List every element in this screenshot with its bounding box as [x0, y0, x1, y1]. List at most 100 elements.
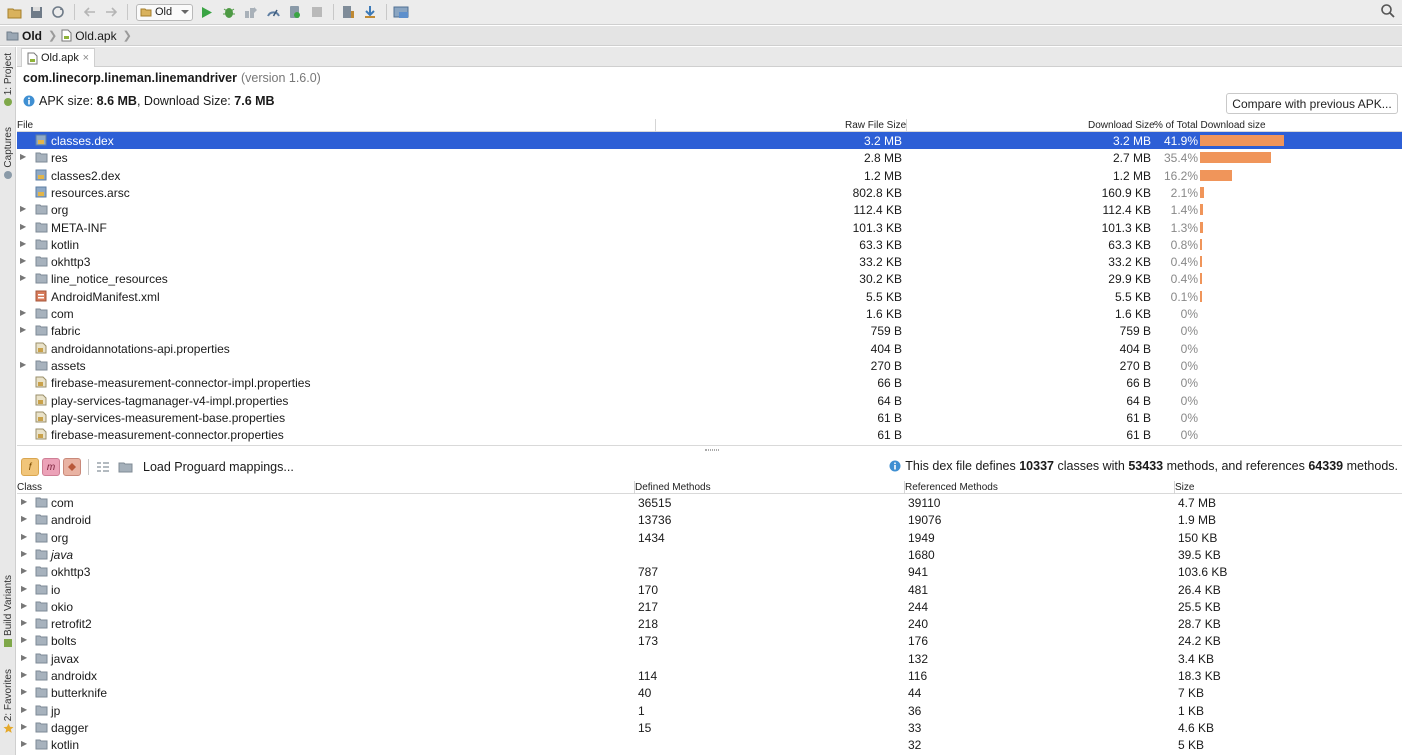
expand-arrow-icon[interactable]: ▶	[21, 566, 27, 575]
class-row[interactable]: ▶ retrofit2 218 240 28.7 KB	[17, 615, 1402, 632]
header-referenced-methods[interactable]: Referenced Methods	[905, 482, 998, 493]
class-row[interactable]: ▶ androidx 114 116 18.3 KB	[17, 667, 1402, 684]
file-row[interactable]: ▶ fabric 759 B 759 B 0%	[17, 322, 1402, 339]
splitter-grip-icon[interactable]	[705, 449, 719, 451]
expand-arrow-icon[interactable]: ▶	[21, 549, 27, 558]
file-row[interactable]: classes.dex 3.2 MB 3.2 MB 41.9%	[17, 132, 1402, 150]
file-row[interactable]: classes2.dex 1.2 MB 1.2 MB 16.2%	[17, 167, 1402, 184]
expand-arrow-icon[interactable]: ▶	[21, 705, 27, 714]
save-icon[interactable]	[26, 2, 46, 22]
expand-arrow-icon[interactable]: ▶	[20, 273, 26, 282]
class-row[interactable]: ▶ okio 217 244 25.5 KB	[17, 598, 1402, 615]
expand-arrow-icon[interactable]: ▶	[21, 497, 27, 506]
expand-arrow-icon[interactable]: ▶	[21, 739, 27, 748]
column-divider[interactable]	[655, 119, 656, 132]
expand-arrow-icon[interactable]: ▶	[21, 722, 27, 731]
class-row[interactable]: ▶ io 170 481 26.4 KB	[17, 581, 1402, 598]
class-row[interactable]: ▶ javax 132 3.4 KB	[17, 650, 1402, 667]
expand-arrow-icon[interactable]: ▶	[21, 653, 27, 662]
file-row[interactable]: ▶ META-INF 101.3 KB 101.3 KB 1.3%	[17, 219, 1402, 236]
expand-arrow-icon[interactable]: ▶	[21, 618, 27, 627]
panel-splitter[interactable]	[17, 445, 1402, 454]
run-configuration-select[interactable]: Old	[136, 3, 193, 21]
show-removed-nodes-icon[interactable]	[93, 457, 113, 477]
file-row[interactable]: ▶ com 1.6 KB 1.6 KB 0%	[17, 305, 1402, 322]
class-row[interactable]: ▶ bolts 173 176 24.2 KB	[17, 632, 1402, 649]
debug-icon[interactable]	[219, 2, 239, 22]
back-arrow-icon[interactable]	[79, 2, 99, 22]
build-variants-tool-tab[interactable]: Build Variants	[0, 575, 16, 648]
class-row[interactable]: ▶ android 13736 19076 1.9 MB	[17, 511, 1402, 528]
class-row[interactable]: ▶ butterknife 40 44 7 KB	[17, 684, 1402, 701]
header-file[interactable]: File	[17, 120, 33, 131]
class-row[interactable]: ▶ kotlin 32 5 KB	[17, 736, 1402, 753]
class-row[interactable]: ▶ com 36515 39110 4.7 MB	[17, 494, 1402, 511]
run-icon[interactable]	[197, 2, 217, 22]
expand-arrow-icon[interactable]: ▶	[21, 635, 27, 644]
file-row[interactable]: play-services-measurement-base.propertie…	[17, 409, 1402, 426]
column-divider[interactable]	[906, 119, 907, 132]
close-icon[interactable]: ×	[83, 52, 89, 64]
captures-tool-tab[interactable]: Captures	[0, 127, 16, 180]
expand-arrow-icon[interactable]: ▶	[21, 601, 27, 610]
expand-arrow-icon[interactable]: ▶	[21, 687, 27, 696]
class-row[interactable]: ▶ org 1434 1949 150 KB	[17, 529, 1402, 546]
file-row[interactable]: ▶ assets 270 B 270 B 0%	[17, 357, 1402, 374]
open-folder-icon[interactable]	[4, 2, 24, 22]
expand-arrow-icon[interactable]: ▶	[20, 308, 26, 317]
attach-debugger-icon[interactable]	[285, 2, 305, 22]
expand-arrow-icon[interactable]: ▶	[21, 584, 27, 593]
favorites-tool-tab[interactable]: 2: Favorites	[0, 669, 16, 734]
filter-fields-button[interactable]: f	[21, 458, 39, 476]
header-raw-file-size[interactable]: Raw File Size	[845, 120, 906, 131]
profile-icon[interactable]	[263, 2, 283, 22]
expand-arrow-icon[interactable]: ▶	[21, 514, 27, 523]
header-download-size[interactable]: Download Size	[1088, 120, 1155, 131]
file-row[interactable]: androidannotations-api.properties 404 B 40…	[17, 340, 1402, 357]
sync-icon[interactable]	[48, 2, 68, 22]
expand-arrow-icon[interactable]: ▶	[21, 532, 27, 541]
file-row[interactable]: AndroidManifest.xml 5.5 KB 5.5 KB 0.1%	[17, 288, 1402, 305]
file-row[interactable]: firebase-measurement-connector.propertie…	[17, 426, 1402, 443]
header-size[interactable]: Size	[1175, 482, 1194, 493]
breadcrumb-item-apk[interactable]: Old.apk	[61, 29, 117, 43]
expand-arrow-icon[interactable]: ▶	[20, 239, 26, 248]
sdk-manager-icon[interactable]	[360, 2, 380, 22]
file-row[interactable]: ▶ kotlin 63.3 KB 63.3 KB 0.8%	[17, 236, 1402, 253]
forward-arrow-icon[interactable]	[101, 2, 121, 22]
load-proguard-mappings-button[interactable]: Load Proguard mappings...	[143, 460, 294, 474]
class-row[interactable]: ▶ dagger 15 33 4.6 KB	[17, 719, 1402, 736]
expand-arrow-icon[interactable]: ▶	[20, 204, 26, 213]
expand-arrow-icon[interactable]: ▶	[20, 152, 26, 161]
expand-arrow-icon[interactable]: ▶	[20, 360, 26, 369]
filter-methods-button[interactable]: m	[42, 458, 60, 476]
class-row[interactable]: ▶ jp 1 36 1 KB	[17, 702, 1402, 719]
project-structure-icon[interactable]	[338, 2, 358, 22]
tab-old-apk[interactable]: Old.apk ×	[21, 48, 95, 67]
class-row[interactable]: ▶ java 1680 39.5 KB	[17, 546, 1402, 563]
file-row[interactable]: ▶ okhttp3 33.2 KB 33.2 KB 0.4%	[17, 253, 1402, 270]
class-row[interactable]: ▶ okhttp3 787 941 103.6 KB	[17, 563, 1402, 580]
search-icon[interactable]	[1380, 3, 1396, 22]
file-row[interactable]: resources.arsc 802.8 KB 160.9 KB 2.1%	[17, 184, 1402, 201]
compare-apk-button[interactable]: Compare with previous APK...	[1226, 93, 1398, 114]
breadcrumb-item-project[interactable]: Old	[6, 29, 42, 43]
file-row[interactable]: play-services-tagmanager-v4-impl.propert…	[17, 392, 1402, 409]
expand-arrow-icon[interactable]: ▶	[21, 670, 27, 679]
expand-arrow-icon[interactable]: ▶	[20, 325, 26, 334]
run-coverage-icon[interactable]	[241, 2, 261, 22]
expand-arrow-icon[interactable]: ▶	[20, 222, 26, 231]
device-manager-icon[interactable]	[391, 2, 411, 22]
file-row[interactable]: ▶ line_notice_resources 30.2 KB 29.9 KB 0.4%	[17, 270, 1402, 287]
stop-icon[interactable]	[307, 2, 327, 22]
load-mappings-folder-icon[interactable]	[115, 457, 135, 477]
file-row[interactable]: ▶ org 112.4 KB 112.4 KB 1.4%	[17, 201, 1402, 218]
file-row[interactable]: ▶ res 2.8 MB 2.7 MB 35.4%	[17, 149, 1402, 166]
project-tool-tab[interactable]: 1: Project	[0, 53, 16, 107]
expand-arrow-icon[interactable]: ▶	[20, 256, 26, 265]
filter-references-button[interactable]	[63, 458, 81, 476]
header-defined-methods[interactable]: Defined Methods	[635, 482, 711, 493]
header-percent-download[interactable]: % of Total Download size	[1154, 120, 1266, 131]
header-class[interactable]: Class	[17, 482, 42, 493]
file-row[interactable]: firebase-measurement-connector-impl.prop…	[17, 374, 1402, 391]
